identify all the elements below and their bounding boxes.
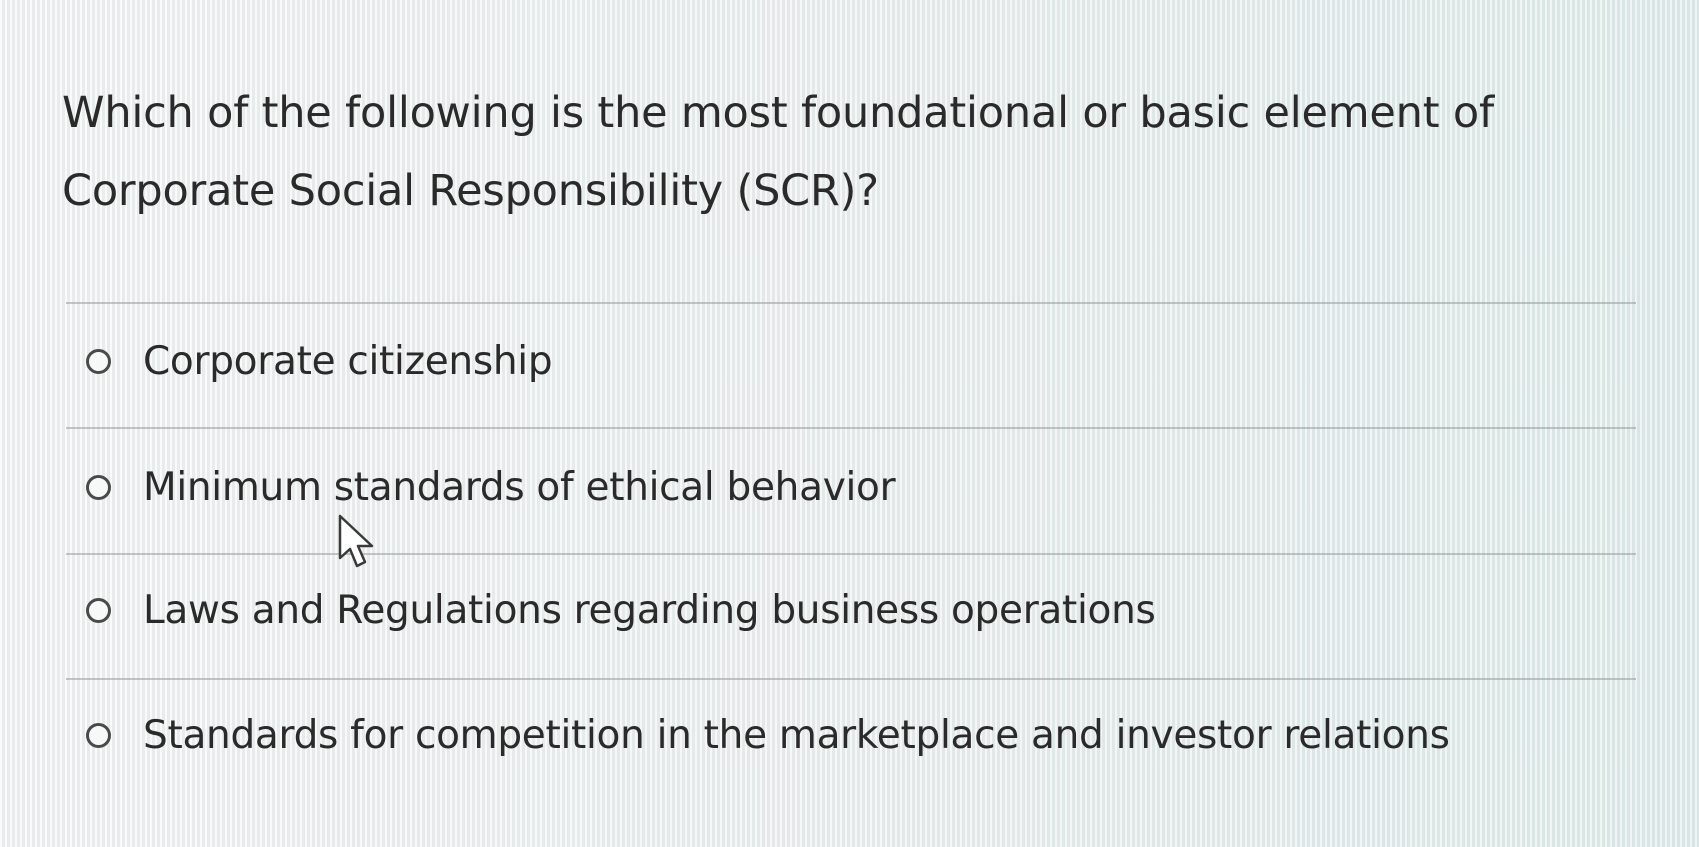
option-minimum-standards[interactable]: Minimum standards of ethical behavior [86, 457, 896, 517]
divider [66, 302, 1636, 304]
option-label: Laws and Regulations regarding business … [143, 587, 1156, 633]
radio-button[interactable] [86, 348, 111, 374]
radio-button[interactable] [86, 474, 111, 500]
option-label: Corporate citizenship [143, 338, 553, 384]
divider [66, 553, 1636, 555]
option-corporate-citizenship[interactable]: Corporate citizenship [86, 331, 553, 391]
option-label: Minimum standards of ethical behavior [143, 464, 896, 510]
mouse-pointer-icon [338, 514, 374, 568]
question-text: Which of the following is the most found… [62, 88, 1494, 216]
question-card: Which of the following is the most found… [0, 0, 1699, 847]
option-competition-investor[interactable]: Standards for competition in the marketp… [86, 705, 1450, 765]
divider [66, 427, 1636, 429]
radio-button[interactable] [86, 597, 111, 623]
option-label: Standards for competition in the marketp… [143, 712, 1450, 758]
option-laws-regulations[interactable]: Laws and Regulations regarding business … [86, 580, 1156, 640]
divider [66, 678, 1636, 680]
radio-button[interactable] [86, 722, 111, 748]
